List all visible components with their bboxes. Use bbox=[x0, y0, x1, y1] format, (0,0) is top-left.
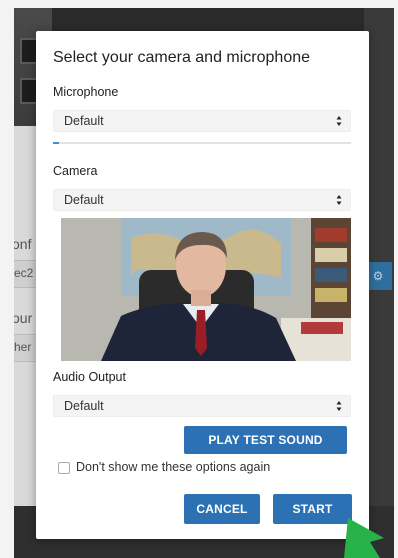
background-text: onf bbox=[14, 236, 32, 252]
audio-output-select-value: Default bbox=[64, 399, 104, 413]
camera-select[interactable]: Default bbox=[53, 189, 351, 211]
microphone-label: Microphone bbox=[53, 85, 119, 99]
play-test-sound-button[interactable]: PLAY TEST SOUND bbox=[184, 426, 347, 454]
device-select-dialog: Select your camera and microphone Microp… bbox=[36, 31, 369, 539]
dialog-title: Select your camera and microphone bbox=[53, 49, 311, 66]
up-down-arrows-icon bbox=[336, 195, 342, 205]
camera-preview-image bbox=[61, 218, 351, 361]
microphone-select-value: Default bbox=[64, 114, 104, 128]
microphone-level-meter bbox=[53, 142, 351, 144]
background-text: our bbox=[14, 310, 33, 326]
microphone-select[interactable]: Default bbox=[53, 110, 351, 132]
dont-show-again-checkbox[interactable] bbox=[58, 462, 70, 474]
background-input-text: her bbox=[14, 340, 32, 354]
camera-preview bbox=[61, 218, 351, 361]
background-input-text: ec2 bbox=[14, 266, 34, 280]
dont-show-again-label: Don't show me these options again bbox=[76, 460, 271, 474]
up-down-arrows-icon bbox=[336, 401, 342, 411]
audio-output-select[interactable]: Default bbox=[53, 395, 351, 417]
camera-label: Camera bbox=[53, 164, 98, 178]
camera-select-value: Default bbox=[64, 193, 104, 207]
microphone-level-fill bbox=[53, 142, 59, 144]
audio-output-label: Audio Output bbox=[53, 370, 126, 384]
cancel-button[interactable]: CANCEL bbox=[184, 494, 260, 524]
up-down-arrows-icon bbox=[336, 116, 342, 126]
green-arrow-pointer-icon bbox=[344, 518, 384, 558]
